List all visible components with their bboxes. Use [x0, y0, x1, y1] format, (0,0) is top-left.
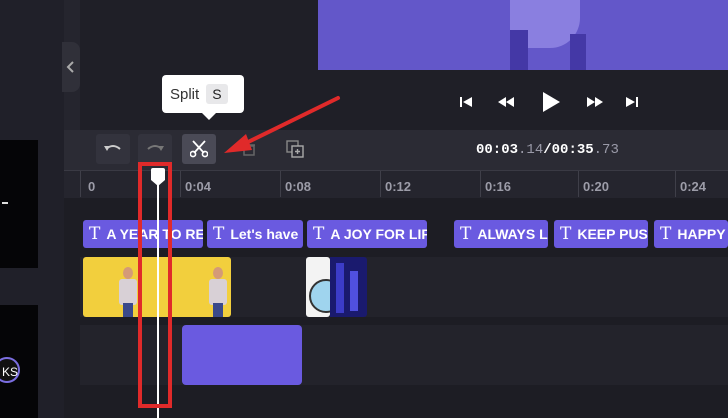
- video-preview: [318, 0, 728, 70]
- text-icon: T: [213, 224, 225, 244]
- user-badge[interactable]: KS: [0, 357, 20, 383]
- tick-label: 0:20: [583, 179, 610, 194]
- rewind-button[interactable]: [496, 88, 516, 116]
- skip-forward-icon: [626, 97, 638, 107]
- scissors-icon: [190, 140, 208, 158]
- total-time: 00:35: [551, 142, 594, 158]
- time-display: 00:03.14/00:35.73: [476, 142, 619, 158]
- dash-mark: [2, 202, 8, 204]
- tick-label: 0:24: [680, 179, 707, 194]
- text-icon: T: [460, 224, 472, 244]
- chevron-left-icon: [66, 61, 74, 73]
- text-clip-label: Let's have: [230, 226, 299, 242]
- current-time-fraction: .14: [518, 142, 544, 158]
- tick-mark: [280, 171, 281, 197]
- skip-forward-button[interactable]: [624, 88, 640, 116]
- annotation-arrow-icon: [224, 96, 340, 153]
- fast-forward-button[interactable]: [585, 88, 605, 116]
- video-clip-3[interactable]: [330, 257, 367, 317]
- left-track-header-2: KS: [0, 305, 38, 418]
- tick-mark: [180, 171, 181, 197]
- text-clip-label: ALWAYS LI: [477, 226, 548, 242]
- tick-mark: [80, 171, 81, 197]
- text-clip[interactable]: T ALWAYS LI: [454, 220, 548, 248]
- tick-label: 0:04: [185, 179, 212, 194]
- tick-mark: [578, 171, 579, 197]
- undo-icon: [104, 145, 121, 151]
- text-clip[interactable]: T KEEP PUSH: [554, 220, 648, 248]
- text-clip-label: KEEP PUSH: [577, 226, 648, 242]
- time-separator: /: [543, 142, 552, 158]
- overlay-clip[interactable]: [182, 325, 302, 385]
- text-clip[interactable]: T A JOY FOR LIF: [307, 220, 427, 248]
- text-clip-label: HAPPY: [677, 226, 726, 242]
- skip-back-button[interactable]: [458, 88, 474, 116]
- text-icon: T: [660, 224, 672, 244]
- play-button[interactable]: [538, 88, 564, 116]
- redo-button[interactable]: [138, 134, 172, 164]
- collapse-panel-button[interactable]: [62, 42, 80, 92]
- text-clip[interactable]: T HAPPY: [654, 220, 728, 248]
- current-time: 00:03: [476, 142, 519, 158]
- tick-label: 0:12: [385, 179, 412, 194]
- tick-label: 0:16: [485, 179, 512, 194]
- tick-mark: [480, 171, 481, 197]
- text-icon: T: [89, 224, 101, 244]
- left-track-header: [0, 140, 38, 268]
- tick-mark: [675, 171, 676, 197]
- text-clip[interactable]: T Let's have: [207, 220, 303, 248]
- text-icon: T: [313, 224, 325, 244]
- overlay-lane: [80, 325, 728, 385]
- video-clip-2[interactable]: [306, 257, 330, 317]
- rewind-icon: [498, 97, 514, 107]
- skip-back-icon: [460, 97, 472, 107]
- redo-icon: [147, 145, 164, 151]
- tick-mark: [380, 171, 381, 197]
- tick-label: 0:08: [285, 179, 312, 194]
- text-clip-label: A JOY FOR LIF: [330, 226, 427, 242]
- text-icon: T: [560, 224, 572, 244]
- annotation-highlight-box: [138, 162, 172, 408]
- undo-button[interactable]: [96, 134, 130, 164]
- fast-forward-icon: [587, 97, 603, 107]
- tooltip-label: Split: [170, 85, 200, 103]
- tick-label: 0: [88, 179, 96, 194]
- play-icon: [543, 92, 560, 112]
- total-time-fraction: .73: [593, 142, 619, 158]
